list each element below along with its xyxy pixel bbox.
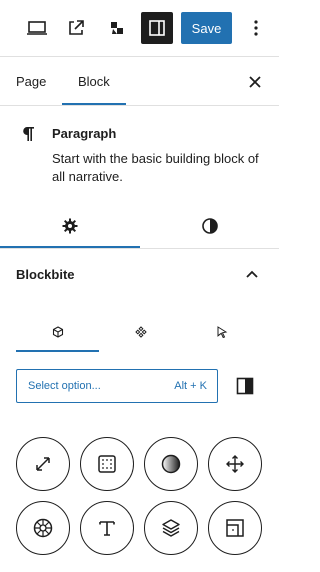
expand-icon (34, 455, 52, 473)
aperture-icon (33, 518, 53, 538)
frame-icon (225, 518, 245, 538)
padding-dots-icon (97, 454, 117, 474)
block-description: Start with the basic building block of a… (52, 151, 259, 184)
layers-button[interactable] (144, 501, 198, 555)
subtab-component[interactable] (99, 314, 182, 350)
padding-button[interactable] (80, 437, 134, 491)
more-vertical-icon[interactable] (246, 14, 266, 42)
move-arrows-icon (225, 454, 245, 474)
frame-button[interactable] (208, 501, 262, 555)
close-icon[interactable] (245, 72, 265, 92)
gradient-button[interactable] (144, 437, 198, 491)
settings-divider (0, 248, 279, 249)
select-placeholder: Select option... (28, 380, 101, 392)
chevron-up-icon[interactable] (242, 264, 262, 284)
aperture-button[interactable] (16, 501, 70, 555)
subtab-cube[interactable] (16, 314, 99, 350)
tab-settings[interactable] (0, 206, 140, 246)
tab-block[interactable]: Block (78, 57, 110, 105)
select-option-input[interactable]: Select option... Alt + K (16, 369, 218, 403)
tabs-divider (0, 105, 279, 106)
select-shortcut: Alt + K (174, 380, 207, 392)
sidebar-toggle-icon[interactable] (141, 12, 173, 44)
expand-button[interactable] (16, 437, 70, 491)
component-icon (134, 326, 147, 338)
settings-gear-icon (62, 218, 78, 234)
laptop-icon[interactable] (22, 14, 52, 42)
gradient-circle-icon (161, 454, 181, 474)
subtab-active-indicator (16, 350, 99, 352)
typography-button[interactable] (80, 501, 134, 555)
layers-icon (161, 518, 181, 538)
move-button[interactable] (208, 437, 262, 491)
external-link-icon[interactable] (62, 14, 90, 42)
styles-contrast-icon (201, 217, 219, 235)
editor-toolbar: Save (0, 0, 279, 56)
save-button[interactable]: Save (181, 12, 232, 44)
panel-title: Blockbite (16, 267, 75, 282)
cursor-icon (216, 326, 228, 338)
tab-page[interactable]: Page (16, 57, 46, 105)
paragraph-icon (18, 124, 38, 144)
tab-styles[interactable] (140, 206, 279, 246)
subtab-cursor[interactable] (182, 314, 262, 350)
typography-icon (97, 518, 117, 538)
block-title: Paragraph (52, 126, 117, 141)
jetpack-icon[interactable] (104, 14, 130, 42)
contrast-toggle-icon[interactable] (234, 375, 256, 397)
cube-icon (52, 326, 64, 338)
